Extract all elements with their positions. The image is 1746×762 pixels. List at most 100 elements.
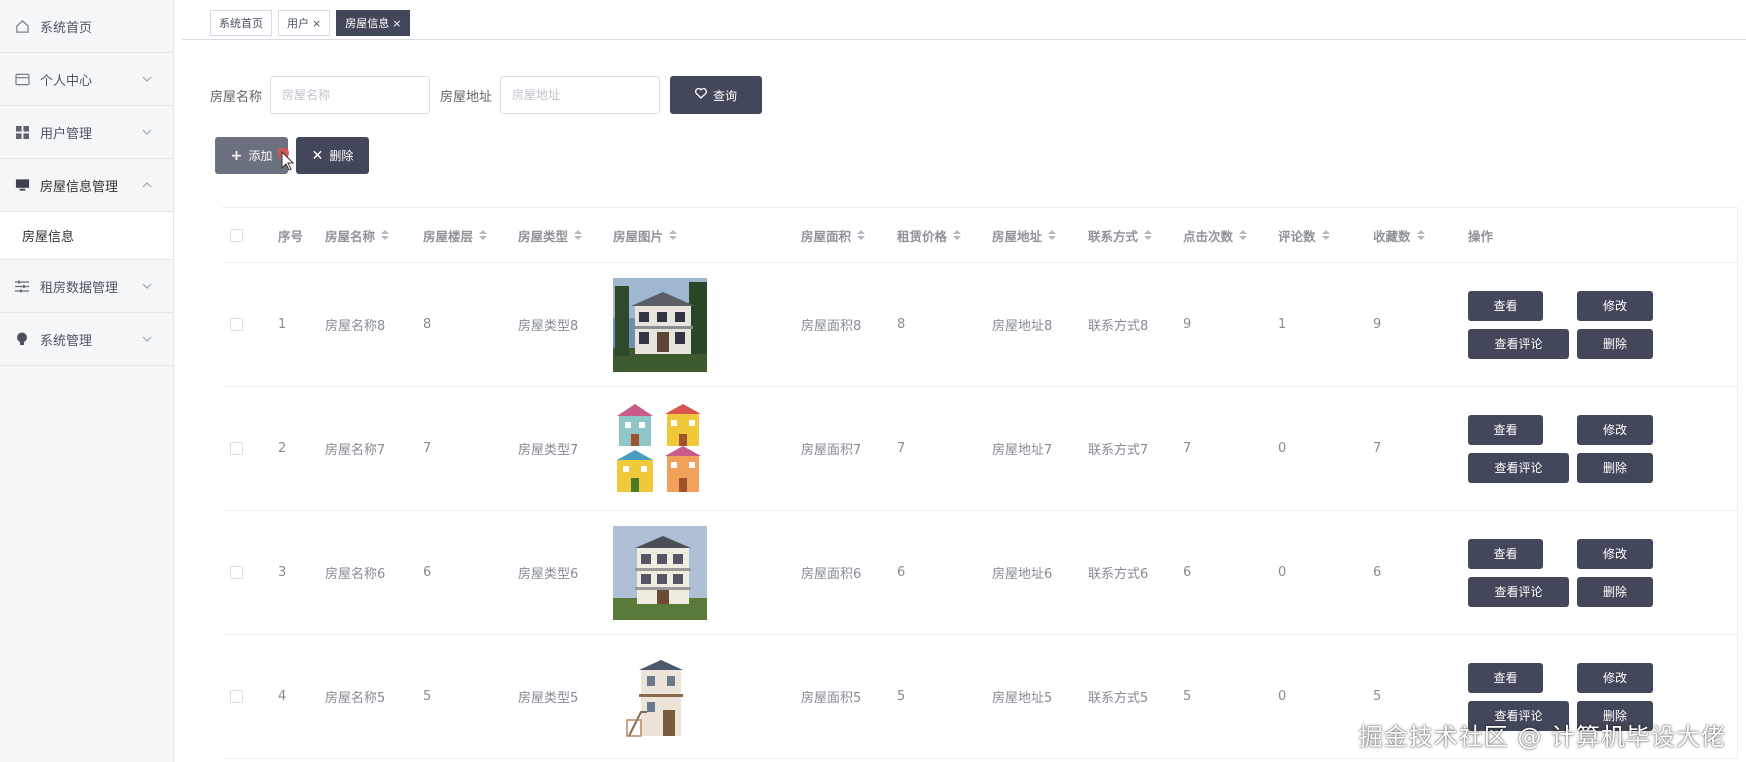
view-button[interactable]: 查看	[1468, 662, 1543, 693]
sidebar-item-home[interactable]: 系统首页	[0, 0, 173, 53]
cell-house-floor: 6	[423, 565, 432, 580]
cell-house-name: 房屋名称7	[325, 443, 386, 458]
cell-house-address: 房屋地址8	[992, 319, 1053, 334]
sort-icon[interactable]	[574, 230, 583, 240]
sort-icon[interactable]	[857, 230, 866, 240]
sort-icon[interactable]	[669, 230, 678, 240]
edit-button[interactable]: 修改	[1577, 414, 1653, 445]
delete-button[interactable]: 删除	[1577, 452, 1653, 483]
sort-icon[interactable]	[1144, 230, 1153, 240]
tab-house-info[interactable]: 房屋信息 ×	[336, 10, 411, 36]
table-header-row: 序号 房屋名称 房屋楼层 房屋类型 房屋图片 房屋面积 租赁价格 房屋地址 联系…	[222, 208, 1737, 263]
sidebar-item-users[interactable]: 用户管理	[0, 106, 173, 159]
row-checkbox[interactable]	[230, 318, 243, 331]
cell-index: 1	[278, 317, 287, 332]
sidebar-item-profile[interactable]: 个人中心	[0, 53, 173, 106]
header-favorite-count[interactable]: 收藏数	[1365, 226, 1460, 245]
table-row: 3 房屋名称6 6 房屋类型6 房屋面积6 6 房屋地址6 联系方式6 6 0 …	[222, 511, 1737, 635]
header-comment-count[interactable]: 评论数	[1270, 226, 1365, 245]
tab-home[interactable]: 系统首页	[210, 10, 272, 36]
batch-delete-button[interactable]: ✕ 删除	[296, 137, 369, 174]
plus-icon: +	[230, 147, 243, 164]
cell-contact: 联系方式5	[1088, 691, 1149, 706]
close-icon[interactable]: ×	[392, 17, 401, 30]
house-photo-thumbnail	[613, 525, 707, 620]
sidebar-item-house-info-management[interactable]: 房屋信息管理	[0, 159, 173, 212]
header-house-image[interactable]: 房屋图片	[605, 226, 793, 245]
cell-click-count: 9	[1183, 317, 1192, 332]
header-house-address[interactable]: 房屋地址	[984, 226, 1080, 245]
cell-house-address: 房屋地址7	[992, 443, 1053, 458]
sort-icon[interactable]	[1239, 230, 1248, 240]
sort-icon[interactable]	[381, 230, 390, 240]
cell-house-floor: 8	[423, 317, 432, 332]
house-name-label: 房屋名称	[210, 89, 263, 105]
sidebar-item-label: 系统管理	[40, 333, 93, 349]
heart-icon	[695, 87, 707, 102]
chevron-down-icon	[142, 129, 152, 135]
lightbulb-icon	[14, 331, 30, 347]
sort-icon[interactable]	[953, 230, 962, 240]
edit-button[interactable]: 修改	[1577, 538, 1653, 569]
cell-contact: 联系方式8	[1088, 319, 1149, 334]
delete-button[interactable]: 删除	[1577, 328, 1653, 359]
cell-favorite-count: 6	[1373, 565, 1382, 580]
house-address-input[interactable]	[500, 76, 661, 114]
monitor-icon	[14, 177, 30, 193]
cell-rent-price: 8	[897, 317, 906, 332]
cell-comment-count: 0	[1278, 565, 1287, 580]
cell-comment-count: 0	[1278, 441, 1287, 456]
sort-icon[interactable]	[1321, 230, 1330, 240]
cell-house-floor: 5	[423, 689, 432, 704]
cell-index: 2	[278, 441, 287, 456]
view-comments-button[interactable]: 查看评论	[1468, 452, 1569, 483]
cell-click-count: 7	[1183, 441, 1192, 456]
app-root: 系统首页 个人中心 用户管理 房屋信息管理 房屋信息 租房数据管理 系统管理 系…	[0, 0, 1746, 762]
delete-button[interactable]: 删除	[1577, 576, 1653, 607]
cell-favorite-count: 9	[1373, 317, 1382, 332]
chevron-down-icon	[142, 76, 152, 82]
search-form: 房屋名称 房屋地址 查询	[210, 76, 763, 114]
row-actions: 查看 修改 查看评论 删除	[1468, 538, 1653, 607]
sort-icon[interactable]	[479, 230, 488, 240]
home-icon	[14, 18, 30, 34]
row-checkbox[interactable]	[230, 690, 243, 703]
header-click-count[interactable]: 点击次数	[1175, 226, 1270, 245]
cell-house-area: 房屋面积6	[801, 567, 862, 582]
query-button[interactable]: 查询	[670, 76, 763, 114]
cell-contact: 联系方式6	[1088, 567, 1149, 582]
view-button[interactable]: 查看	[1468, 290, 1543, 321]
header-house-type[interactable]: 房屋类型	[510, 226, 605, 245]
view-comments-button[interactable]: 查看评论	[1468, 328, 1569, 359]
view-button[interactable]: 查看	[1468, 414, 1543, 445]
header-rent-price[interactable]: 租赁价格	[889, 226, 984, 245]
header-house-name[interactable]: 房屋名称	[317, 226, 415, 245]
house-name-input[interactable]	[270, 76, 431, 114]
sort-icon[interactable]	[1416, 230, 1425, 240]
cell-rent-price: 7	[897, 441, 906, 456]
row-checkbox[interactable]	[230, 566, 243, 579]
table-row: 1 房屋名称8 8 房屋类型8 房屋面积8 8 房屋地址8 联系方式8 9 1 …	[222, 263, 1737, 387]
sidebar-item-rental-data-management[interactable]: 租房数据管理	[0, 260, 173, 313]
cell-house-type: 房屋类型7	[518, 443, 579, 458]
sidebar-subitem-house-info[interactable]: 房屋信息	[0, 212, 173, 260]
cell-favorite-count: 5	[1373, 689, 1382, 704]
edit-button[interactable]: 修改	[1577, 662, 1653, 693]
header-contact[interactable]: 联系方式	[1080, 226, 1175, 245]
sidebar-item-system-management[interactable]: 系统管理	[0, 313, 173, 366]
cell-index: 4	[278, 689, 287, 704]
table-row: 2 房屋名称7 7 房屋类型7 房屋面积7 7 房屋地址7 联系方式7 7 0 …	[222, 387, 1737, 511]
sliders-icon	[14, 278, 30, 294]
sort-icon[interactable]	[1048, 230, 1057, 240]
view-comments-button[interactable]: 查看评论	[1468, 576, 1569, 607]
close-icon[interactable]: ×	[312, 17, 321, 30]
view-button[interactable]: 查看	[1468, 538, 1543, 569]
edit-button[interactable]: 修改	[1577, 290, 1653, 321]
sidebar: 系统首页 个人中心 用户管理 房屋信息管理 房屋信息 租房数据管理 系统管理	[0, 0, 174, 762]
header-house-area[interactable]: 房屋面积	[793, 226, 889, 245]
chevron-down-icon	[142, 336, 152, 342]
select-all-checkbox[interactable]	[230, 228, 243, 242]
header-house-floor[interactable]: 房屋楼层	[415, 226, 510, 245]
tab-users[interactable]: 用户 ×	[278, 10, 331, 36]
row-checkbox[interactable]	[230, 442, 243, 455]
